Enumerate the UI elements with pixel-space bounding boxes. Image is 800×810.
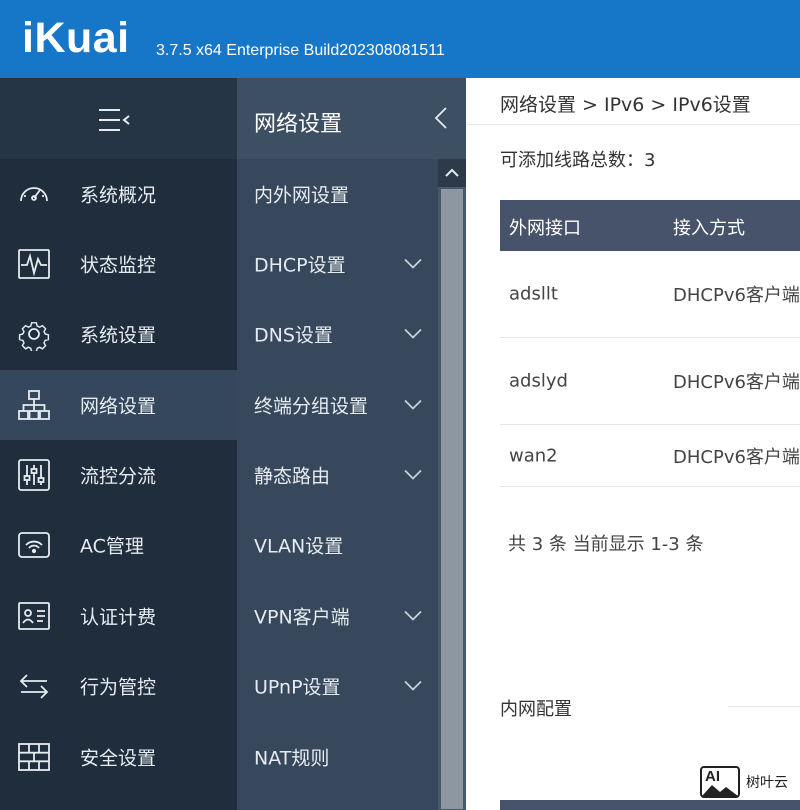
- sub-item-static-route[interactable]: 静态路由: [237, 440, 438, 510]
- nav-item-label: AC管理: [80, 535, 144, 558]
- table-row[interactable]: adsllt DHCPv6客户端: [500, 251, 800, 338]
- nav-item-label: 行为管控: [80, 676, 157, 699]
- scroll-up-button[interactable]: [438, 159, 466, 187]
- firewall-icon: [18, 743, 50, 771]
- nav-item-label: 流控分流: [80, 465, 157, 488]
- line-total-count: 可添加线路总数：3: [500, 150, 656, 171]
- watermark-text: 树叶云: [746, 775, 788, 791]
- sub-item-dns-settings[interactable]: DNS设置: [237, 299, 438, 369]
- nav-item-status-monitor[interactable]: 状态监控: [0, 229, 237, 299]
- sliders-icon: [18, 459, 50, 491]
- nav-item-label: 认证计费: [80, 606, 157, 629]
- dashboard-icon: [20, 187, 48, 202]
- secondary-nav-title: 网络设置: [254, 112, 343, 137]
- sub-item-dhcp-settings[interactable]: DHCP设置: [237, 229, 438, 299]
- access-mode-cell: DHCPv6客户端: [673, 285, 800, 306]
- sub-item-terminal-group-settings[interactable]: 终端分组设置: [237, 370, 438, 440]
- nav-item-system-settings[interactable]: 系统设置: [0, 299, 237, 369]
- chevron-down-icon: [404, 258, 422, 269]
- chevron-down-icon: [404, 469, 422, 480]
- nav-item-behavior-control[interactable]: 行为管控: [0, 651, 237, 721]
- sub-item-vlan-settings[interactable]: VLAN设置: [237, 510, 438, 580]
- landscape-icon: [702, 785, 738, 796]
- gear-icon: [18, 322, 50, 351]
- main-content: 网络设置 > IPv6 > IPv6设置 可添加线路总数：3 外网接口 接入方式…: [466, 78, 800, 810]
- lan-config-section-title: 内网配置: [500, 699, 572, 720]
- nav-item-label: 系统概况: [80, 184, 157, 207]
- primary-nav: 系统概况 状态监控 系统设置 网络设置 流控分流 AC管理 认证计费 行为管控 …: [0, 78, 237, 810]
- menu-toggle-button[interactable]: [0, 78, 237, 159]
- table-header: 外网接口 接入方式: [500, 200, 800, 251]
- sub-item-label: VPN客户端: [254, 606, 350, 629]
- scrollbar-track[interactable]: [441, 189, 463, 809]
- nav-item-label: 系统设置: [80, 324, 157, 347]
- sub-item-label: 终端分组设置: [254, 395, 369, 418]
- sub-item-label: VLAN设置: [254, 535, 344, 558]
- secondary-nav: 网络设置 内外网设置 DHCP设置 DNS设置 终端分组设置 静态路由 VLAN…: [237, 78, 466, 810]
- nav-item-system-overview[interactable]: 系统概况: [0, 159, 237, 229]
- swap-arrows-icon: [19, 674, 49, 699]
- sub-item-lan-wan-settings[interactable]: 内外网设置: [237, 159, 438, 229]
- sub-item-label: DNS设置: [254, 324, 333, 347]
- wifi-router-icon: [18, 532, 50, 558]
- nav-item-network-settings[interactable]: 网络设置: [0, 370, 237, 440]
- chevron-down-icon: [404, 680, 422, 691]
- menu-collapse-icon: [99, 109, 130, 131]
- monitor-pulse-icon: [18, 249, 50, 279]
- nav-item-label: 网络设置: [80, 395, 157, 418]
- nav-item-flow-control[interactable]: 流控分流: [0, 440, 237, 510]
- wan-interface-cell: adslyd: [509, 370, 568, 392]
- watermark: AI 树叶云: [698, 764, 800, 800]
- pagination-summary: 共 3 条 当前显示 1-3 条: [508, 534, 704, 555]
- wan-interface-table: 外网接口 接入方式 adsllt DHCPv6客户端 adslyd DHCPv6…: [500, 200, 800, 487]
- access-mode-cell: DHCPv6客户端: [673, 446, 800, 468]
- lan-table-header: [500, 800, 800, 810]
- secondary-nav-header: 网络设置: [237, 78, 466, 159]
- nav-item-auth-billing[interactable]: 认证计费: [0, 581, 237, 651]
- sub-item-label: UPnP设置: [254, 676, 341, 699]
- breadcrumb-divider: [466, 124, 800, 125]
- access-mode-cell: DHCPv6客户端: [673, 372, 800, 393]
- chevron-left-icon[interactable]: [434, 106, 448, 130]
- sub-item-label: DHCP设置: [254, 254, 346, 277]
- nav-item-label: 安全设置: [80, 747, 157, 770]
- secondary-nav-scrollbar[interactable]: [438, 159, 466, 810]
- top-header: iKuai 3.7.5 x64 Enterprise Build20230808…: [0, 0, 800, 78]
- nav-item-ac-management[interactable]: AC管理: [0, 510, 237, 580]
- network-topology-icon: [18, 390, 50, 420]
- firmware-version: 3.7.5 x64 Enterprise Build202308081511: [156, 42, 445, 59]
- wan-interface-cell: wan2: [509, 445, 558, 466]
- sub-item-vpn-client[interactable]: VPN客户端: [237, 581, 438, 651]
- table-row[interactable]: wan2 DHCPv6客户端: [500, 425, 800, 487]
- ikuai-logo: iKuai: [22, 14, 130, 62]
- chevron-down-icon: [404, 399, 422, 410]
- chevron-down-icon: [404, 610, 422, 621]
- wan-interface-cell: adsllt: [509, 283, 558, 305]
- section-divider: [728, 706, 800, 707]
- sub-item-upnp-settings[interactable]: UPnP设置: [237, 651, 438, 721]
- sub-item-label: 内外网设置: [254, 184, 350, 207]
- column-header-wan-interface[interactable]: 外网接口: [509, 214, 581, 240]
- sub-item-nat-rules[interactable]: NAT规则: [237, 722, 438, 792]
- table-row[interactable]: adslyd DHCPv6客户端: [500, 338, 800, 425]
- nav-item-security-settings[interactable]: 安全设置: [0, 722, 237, 792]
- watermark-logo: AI: [700, 766, 740, 798]
- chevron-up-icon: [445, 168, 459, 177]
- breadcrumb: 网络设置 > IPv6 > IPv6设置: [500, 94, 751, 116]
- chevron-down-icon: [404, 328, 422, 339]
- sub-item-label: 静态路由: [254, 465, 331, 488]
- nav-item-label: 状态监控: [80, 254, 157, 277]
- id-card-icon: [18, 602, 50, 630]
- sub-item-label: NAT规则: [254, 747, 330, 770]
- column-header-access-mode[interactable]: 接入方式: [673, 214, 745, 240]
